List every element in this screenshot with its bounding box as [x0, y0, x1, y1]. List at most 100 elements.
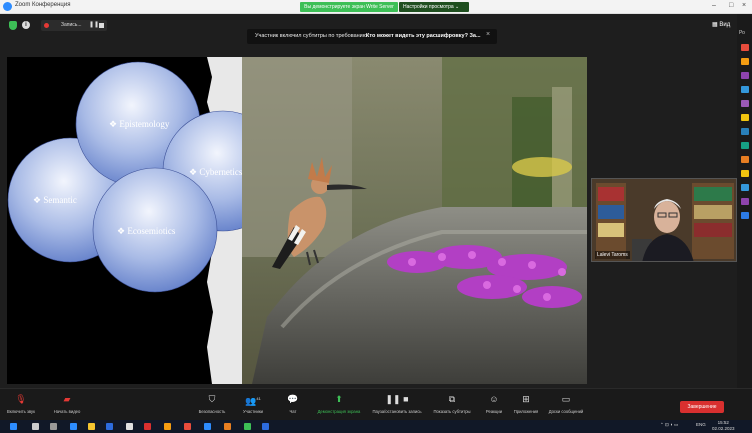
sidebar-app-icon[interactable]: [741, 198, 749, 205]
view-button-label: Вид: [719, 22, 731, 28]
windows-start-icon[interactable]: [10, 423, 17, 430]
app-icon[interactable]: [184, 423, 191, 430]
store-icon[interactable]: [106, 423, 113, 430]
chat-icon: 💬: [287, 394, 299, 404]
zoom-taskbar-icon[interactable]: [204, 423, 211, 430]
right-side-panel: Ро: [737, 14, 752, 388]
pause-recording-icon[interactable]: ❚❚: [89, 21, 99, 28]
sidebar-app-icon[interactable]: [741, 212, 749, 219]
window-title: Zoom Конференция: [15, 2, 71, 8]
start-video-button[interactable]: ▰ Начать видео: [52, 389, 82, 421]
whiteboards-button[interactable]: ▭ Доски сообщений: [545, 389, 587, 421]
label-epistemology: ❖ Epistemology: [109, 119, 170, 129]
tray-icons[interactable]: ⌃ ⊡ ◖ ▭: [660, 422, 678, 428]
concept-diagram: ❖ Epistemology ❖ Semantic ❖ Cybernetics …: [7, 57, 242, 384]
chat-button[interactable]: 💬 Чат: [284, 389, 302, 421]
sidebar-app-icon[interactable]: [741, 114, 749, 121]
pause-recording-label: Пауза/остановить запись: [372, 409, 422, 414]
sidebar-app-icon[interactable]: [741, 128, 749, 135]
sidebar-app-icon[interactable]: [741, 156, 749, 163]
meeting-info-icon[interactable]: i: [22, 21, 30, 29]
zoom-app-icon: [3, 2, 12, 11]
sidebar-app-icon[interactable]: [741, 184, 749, 191]
sidebar-app-icon[interactable]: [741, 100, 749, 107]
pause-stop-icon: ❚❚ ■: [385, 394, 409, 404]
sidebar-app-icon[interactable]: [741, 142, 749, 149]
sidebar-app-icon[interactable]: [741, 58, 749, 65]
encryption-shield-icon[interactable]: [9, 21, 17, 30]
participant-name: Lalevi Taroms: [595, 251, 630, 259]
shared-screen-slide: ❖ Epistemology ❖ Semantic ❖ Cybernetics …: [7, 57, 587, 384]
security-label: Безопасность: [198, 409, 226, 414]
maximize-icon[interactable]: □: [729, 2, 733, 9]
sidebar-app-icon[interactable]: [741, 72, 749, 79]
recording-label: Запись...: [61, 22, 82, 28]
view-options-dropdown[interactable]: Настройки просмотра ⌄: [399, 2, 469, 12]
search-icon[interactable]: [32, 423, 39, 430]
participant-video: [592, 179, 736, 261]
sidebar-app-icon[interactable]: [741, 86, 749, 93]
browser-icon[interactable]: [164, 423, 171, 430]
unmute-label: Включить звук: [7, 409, 35, 414]
task-view-icon[interactable]: [50, 423, 57, 430]
share-screen-button[interactable]: ⬆ Демонстрация экрана: [313, 389, 365, 421]
app-icon[interactable]: [262, 423, 269, 430]
camera-off-icon: ▰: [63, 394, 71, 404]
leave-button[interactable]: Завершение: [680, 401, 724, 413]
label-cybernetics: ❖ Cybernetics: [189, 167, 242, 177]
participant-video-tile[interactable]: Lalevi Taroms: [591, 178, 737, 262]
language-indicator[interactable]: ENG: [696, 422, 706, 427]
minimize-icon[interactable]: –: [712, 2, 716, 9]
participants-count: 41: [256, 396, 261, 401]
reactions-button[interactable]: ☺ Реакции: [480, 389, 508, 421]
recording-indicator: Запись... ❚❚: [41, 20, 107, 31]
show-captions-label: Показать субтитры: [433, 409, 471, 414]
title-bar: Zoom Конференция Вы демонстрируете экран…: [0, 0, 752, 14]
show-captions-button[interactable]: ⧉ Показать субтитры: [430, 389, 474, 421]
meeting-controls: 🎙 Включить звук ▰ Начать видео ⛉ Безопас…: [0, 388, 752, 420]
clock-time: 15:52: [717, 420, 729, 425]
cc-icon: ⧉: [448, 394, 456, 404]
caption-notification: Участник включил субтитры по требованию …: [247, 29, 497, 44]
clock[interactable]: 15:52 02.02.2023: [712, 420, 735, 432]
apps-button[interactable]: ⊞ Приложения: [510, 389, 542, 421]
close-icon[interactable]: ×: [742, 2, 746, 9]
whiteboards-label: Доски сообщений: [548, 409, 584, 414]
share-screen-label: Демонстрация экрана: [317, 409, 361, 414]
caption-close-icon[interactable]: ×: [486, 31, 490, 38]
edge-icon[interactable]: [70, 423, 77, 430]
app-icon[interactable]: [244, 423, 251, 430]
participants-button[interactable]: 👥41 Участники: [238, 389, 268, 421]
recording-dot-icon: [44, 23, 49, 28]
caption-message: Участник включил субтитры по требованию: [255, 33, 367, 39]
security-button[interactable]: ⛉ Безопасность: [196, 389, 228, 421]
reactions-label: Реакции: [485, 409, 503, 414]
view-button[interactable]: ▦ Вид: [712, 21, 730, 28]
stop-recording-icon[interactable]: [99, 23, 104, 28]
windows-taskbar: ⌃ ⊡ ◖ ▭ ENG 15:52 02.02.2023: [0, 420, 752, 433]
app-icon[interactable]: [224, 423, 231, 430]
label-semantic: ❖ Semantic: [33, 195, 77, 205]
unmute-button[interactable]: 🎙 Включить звук: [6, 389, 36, 421]
shield-icon: ⛉: [208, 394, 216, 404]
participants-icon: 👥41: [245, 396, 261, 406]
apps-icon: ⊞: [522, 394, 530, 404]
caption-visibility-link[interactable]: Кто может видеть эту расшифровку? За...: [366, 33, 481, 39]
folder-icon[interactable]: [88, 423, 95, 430]
panel-title-icon: Ро: [739, 30, 745, 36]
app-icon[interactable]: [144, 423, 151, 430]
apps-label: Приложения: [513, 409, 539, 414]
mail-icon[interactable]: [126, 423, 133, 430]
screen-share-banner[interactable]: Вы демонстрируете экран Write Server: [300, 2, 398, 12]
start-video-label: Начать видео: [53, 409, 81, 414]
pause-recording-button[interactable]: ❚❚ ■ Пауза/остановить запись: [368, 389, 426, 421]
smile-icon: ☺: [489, 394, 499, 404]
meeting-top-bar: i Запись... ❚❚ Участник включил субтитры…: [0, 14, 752, 58]
zoom-window: Zoom Конференция Вы демонстрируете экран…: [0, 0, 752, 433]
chat-label: Чат: [289, 409, 297, 414]
whiteboard-icon: ▭: [561, 394, 571, 404]
label-ecosemiotics: ❖ Ecosemiotics: [117, 226, 176, 236]
sidebar-app-icon[interactable]: [741, 170, 749, 177]
sidebar-app-icon[interactable]: [741, 44, 749, 51]
share-screen-icon: ⬆: [335, 394, 343, 404]
